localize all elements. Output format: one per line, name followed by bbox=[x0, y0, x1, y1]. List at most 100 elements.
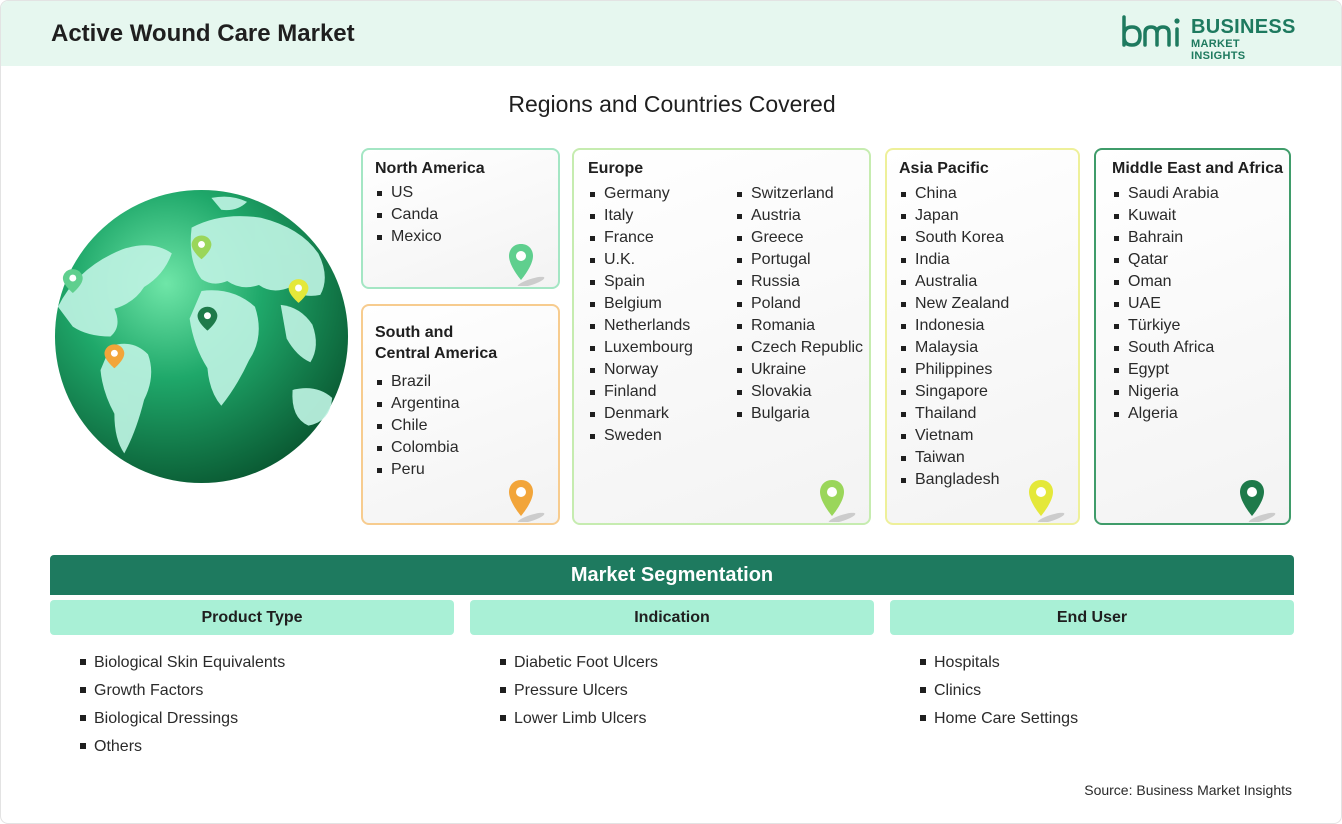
list-item: Australia bbox=[899, 271, 1009, 293]
bmi-logo: BUSINESS MARKET INSIGHTS bbox=[1121, 15, 1296, 62]
list-item: Malaysia bbox=[899, 337, 1009, 359]
logo-text-business: BUSINESS bbox=[1191, 16, 1296, 38]
list-item: Colombia bbox=[375, 437, 460, 459]
list-item: Biological Skin Equivalents bbox=[80, 651, 285, 679]
infographic-frame: Active Wound Care Market BUSINESS MARKET… bbox=[0, 0, 1342, 824]
segment-header-product-type: Product Type bbox=[50, 600, 454, 635]
list-item: China bbox=[899, 183, 1009, 205]
region-title: Europe bbox=[588, 160, 644, 177]
list-item: Saudi Arabia bbox=[1112, 183, 1219, 205]
list-item: Lower Limb Ulcers bbox=[500, 707, 658, 735]
list-item: Home Care Settings bbox=[920, 707, 1078, 735]
list-item: Growth Factors bbox=[80, 679, 285, 707]
list-item: Thailand bbox=[899, 403, 1009, 425]
country-list-col1: Germany Italy France U.K. Spain Belgium … bbox=[588, 183, 693, 447]
list-item: Switzerland bbox=[735, 183, 863, 205]
list-item: Chile bbox=[375, 415, 460, 437]
regions-title: Regions and Countries Covered bbox=[508, 91, 836, 117]
list-item: Argentina bbox=[375, 393, 460, 415]
region-title: South and Central America bbox=[375, 322, 497, 364]
region-title: Asia Pacific bbox=[899, 160, 989, 177]
list-item: Diabetic Foot Ulcers bbox=[500, 651, 658, 679]
list-item: Indonesia bbox=[899, 315, 1009, 337]
region-title: Middle East and Africa bbox=[1112, 160, 1283, 177]
list-item: Kuwait bbox=[1112, 205, 1219, 227]
map-pin-icon bbox=[509, 244, 545, 286]
region-card-middle-east-africa: Middle East and Africa Saudi Arabia Kuwa… bbox=[1094, 148, 1291, 525]
list-item: Russia bbox=[735, 271, 863, 293]
source-note: Source: Business Market Insights bbox=[1084, 782, 1292, 798]
region-title: North America bbox=[375, 160, 485, 177]
list-item: Sweden bbox=[588, 425, 693, 447]
list-item: Mexico bbox=[375, 226, 442, 248]
product-type-list: Biological Skin Equivalents Growth Facto… bbox=[80, 651, 285, 763]
list-item: UAE bbox=[1112, 293, 1219, 315]
list-item: Portugal bbox=[735, 249, 863, 271]
list-item: Brazil bbox=[375, 371, 460, 393]
bmi-logo-mark bbox=[1122, 15, 1180, 47]
segment-header-indication: Indication bbox=[470, 600, 874, 635]
indication-list: Diabetic Foot Ulcers Pressure Ulcers Low… bbox=[500, 651, 658, 735]
list-item: Romania bbox=[735, 315, 863, 337]
region-title-line2: Central America bbox=[375, 345, 498, 362]
list-item: South Korea bbox=[899, 227, 1009, 249]
map-pin-icon bbox=[1240, 480, 1276, 522]
list-item: Vietnam bbox=[899, 425, 1009, 447]
list-item: Luxembourg bbox=[588, 337, 693, 359]
segmentation-title: Market Segmentation bbox=[50, 555, 1294, 595]
region-card-europe: Europe Germany Italy France U.K. Spain B… bbox=[572, 148, 871, 525]
list-item: Greece bbox=[735, 227, 863, 249]
list-item: Biological Dressings bbox=[80, 707, 285, 735]
country-list-col2: Switzerland Austria Greece Portugal Russ… bbox=[735, 183, 863, 425]
list-item: U.K. bbox=[588, 249, 693, 271]
list-item: Japan bbox=[899, 205, 1009, 227]
list-item: Germany bbox=[588, 183, 693, 205]
list-item: Italy bbox=[588, 205, 693, 227]
country-list: US Canda Mexico bbox=[375, 182, 442, 248]
list-item: Egypt bbox=[1112, 359, 1219, 381]
list-item: Türkiye bbox=[1112, 315, 1219, 337]
country-list: Saudi Arabia Kuwait Bahrain Qatar Oman U… bbox=[1112, 183, 1219, 425]
list-item: Taiwan bbox=[899, 447, 1009, 469]
list-item: Austria bbox=[735, 205, 863, 227]
list-item: Qatar bbox=[1112, 249, 1219, 271]
map-pin-icon bbox=[509, 480, 545, 522]
list-item: Finland bbox=[588, 381, 693, 403]
header-bar: Active Wound Care Market BUSINESS MARKET… bbox=[1, 1, 1341, 66]
globe-icon bbox=[54, 189, 349, 484]
logo-text-market-insights: MARKET INSIGHTS bbox=[1191, 38, 1246, 62]
segment-header-end-user: End User bbox=[890, 600, 1294, 635]
list-item: Spain bbox=[588, 271, 693, 293]
list-item: Philippines bbox=[899, 359, 1009, 381]
country-list: China Japan South Korea India Australia … bbox=[899, 183, 1009, 491]
list-item: France bbox=[588, 227, 693, 249]
list-item: Poland bbox=[735, 293, 863, 315]
list-item: Peru bbox=[375, 459, 460, 481]
page-title: Active Wound Care Market bbox=[51, 20, 355, 47]
list-item: Bahrain bbox=[1112, 227, 1219, 249]
list-item: India bbox=[899, 249, 1009, 271]
list-item: South Africa bbox=[1112, 337, 1219, 359]
list-item: Oman bbox=[1112, 271, 1219, 293]
region-title-line1: South and bbox=[375, 324, 454, 341]
list-item: Belgium bbox=[588, 293, 693, 315]
end-user-list: Hospitals Clinics Home Care Settings bbox=[920, 651, 1078, 735]
list-item: Bulgaria bbox=[735, 403, 863, 425]
list-item: Bangladesh bbox=[899, 469, 1009, 491]
list-item: Others bbox=[80, 735, 285, 763]
list-item: US bbox=[375, 182, 442, 204]
list-item: Clinics bbox=[920, 679, 1078, 707]
region-card-north-america: North America US Canda Mexico bbox=[361, 148, 560, 289]
list-item: Nigeria bbox=[1112, 381, 1219, 403]
list-item: Slovakia bbox=[735, 381, 863, 403]
region-card-south-central-america: South and Central America Brazil Argenti… bbox=[361, 304, 560, 525]
list-item: Algeria bbox=[1112, 403, 1219, 425]
list-item: Denmark bbox=[588, 403, 693, 425]
list-item: Canda bbox=[375, 204, 442, 226]
list-item: Hospitals bbox=[920, 651, 1078, 679]
map-pin-icon bbox=[820, 480, 856, 522]
country-list: Brazil Argentina Chile Colombia Peru bbox=[375, 371, 460, 481]
list-item: Ukraine bbox=[735, 359, 863, 381]
list-item: Pressure Ulcers bbox=[500, 679, 658, 707]
region-card-asia-pacific: Asia Pacific China Japan South Korea Ind… bbox=[885, 148, 1080, 525]
